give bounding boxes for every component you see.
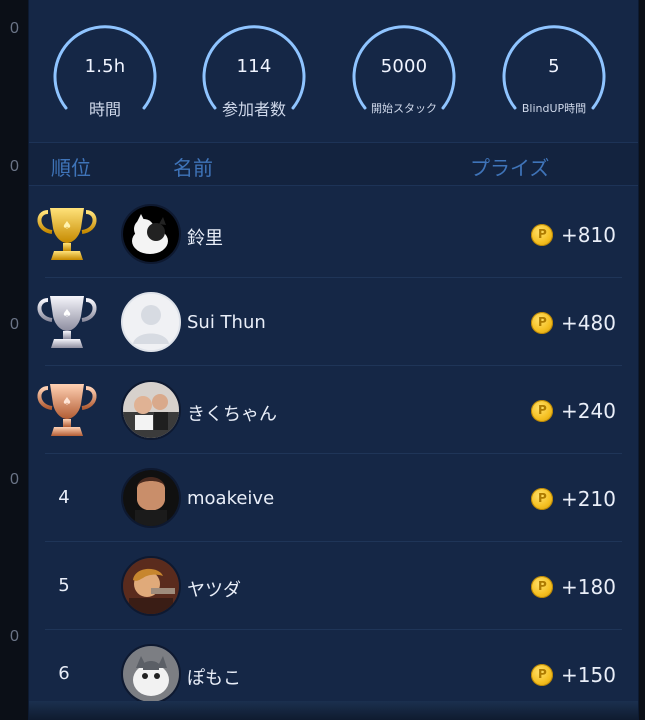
header-name: 名前 [173, 156, 213, 180]
table-row[interactable]: ♠ きくちゃん +240 [29, 366, 638, 454]
player-name: ぽもこ [187, 668, 241, 689]
silver-trophy-icon: ♠ [34, 292, 100, 354]
svg-text:♠: ♠ [62, 307, 72, 320]
stat-blind-up-time-label: BlindUP時間 [521, 102, 587, 115]
people-avatar[interactable] [121, 380, 181, 440]
stat-time-label: 時間 [88, 100, 121, 119]
prize-amount: +240 [561, 399, 616, 423]
left-marker: 0 [10, 471, 19, 488]
rank-number: 5 [58, 575, 70, 596]
coin-icon [531, 664, 553, 686]
coin-icon [531, 224, 553, 246]
left-marker: 0 [10, 316, 19, 333]
table-row[interactable]: 4 moakeive +210 [29, 454, 638, 542]
left-gutter: 0 0 0 0 0 [0, 0, 28, 720]
prize-amount: +180 [561, 575, 616, 599]
coin-icon [531, 400, 553, 422]
player-name: Sui Thun [187, 312, 266, 333]
results-table-header: 順位 名前 プライズ [29, 142, 638, 186]
coin-icon [531, 312, 553, 334]
rank-number: 6 [58, 663, 70, 684]
stat-time-value: 1.5h [84, 56, 126, 77]
tournament-results-panel: 1.5h 時間 114 参加者数 5000 開始スタック 5 BlindUP時間 [28, 0, 639, 720]
bronze-trophy-icon: ♠ [34, 380, 100, 442]
stat-participants-value: 114 [236, 56, 272, 77]
prize-amount: +810 [561, 223, 616, 247]
stat-starting-stack-label: 開始スタック [371, 102, 437, 115]
player-name: きくちゃん [187, 404, 277, 425]
stat-participants: 114 参加者数 [195, 10, 313, 128]
stat-starting-stack-value: 5000 [380, 56, 428, 77]
table-row[interactable]: 5 ヤツダ +180 [29, 542, 638, 630]
player-name: 鈴里 [187, 228, 223, 249]
player-name: moakeive [187, 488, 275, 509]
prize-amount: +480 [561, 311, 616, 335]
tournament-stats: 1.5h 時間 114 参加者数 5000 開始スタック 5 BlindUP時間 [29, 0, 638, 142]
rank-number: 4 [58, 487, 70, 508]
svg-text:♠: ♠ [62, 395, 72, 408]
man-avatar[interactable] [121, 468, 181, 528]
prize-amount: +210 [561, 487, 616, 511]
left-marker: 0 [10, 628, 19, 645]
stat-starting-stack: 5000 開始スタック [345, 10, 463, 128]
prize-amount: +150 [561, 663, 616, 687]
svg-text:♠: ♠ [62, 219, 72, 232]
coin-icon [531, 488, 553, 510]
kitten-avatar[interactable] [121, 644, 181, 704]
default-avatar[interactable] [121, 292, 181, 352]
coin-icon [531, 576, 553, 598]
cat-avatar[interactable] [121, 204, 181, 264]
stat-participants-label: 参加者数 [221, 100, 286, 119]
left-marker: 0 [10, 158, 19, 175]
bottom-strip [29, 701, 638, 720]
performer-avatar[interactable] [121, 556, 181, 616]
header-prize: プライズ [470, 156, 550, 180]
stat-time: 1.5h 時間 [46, 10, 164, 128]
stat-blind-up-time: 5 BlindUP時間 [495, 10, 613, 128]
header-rank: 順位 [51, 156, 91, 180]
table-row[interactable]: ♠ 鈴里 +810 [29, 190, 638, 278]
table-row[interactable]: ♠ Sui Thun +480 [29, 278, 638, 366]
stat-blind-up-time-value: 5 [548, 56, 560, 77]
player-name: ヤツダ [187, 580, 241, 601]
left-marker: 0 [10, 20, 19, 37]
gold-trophy-icon: ♠ [34, 204, 100, 266]
